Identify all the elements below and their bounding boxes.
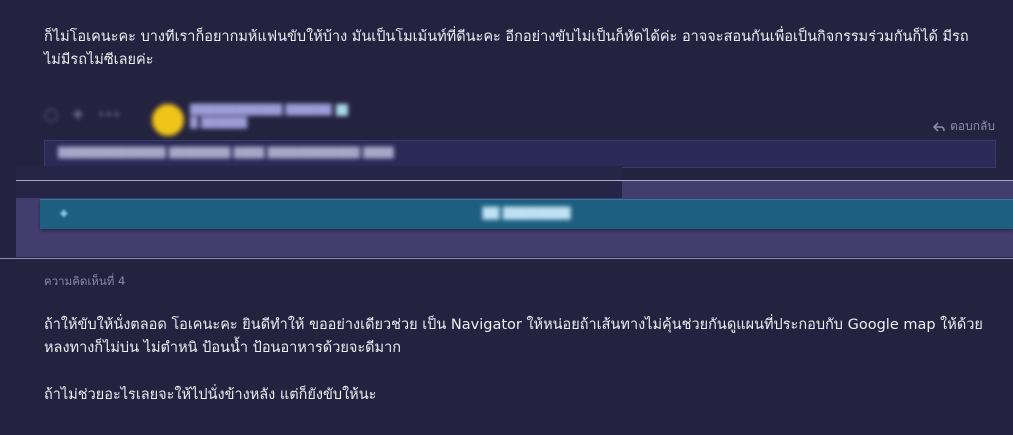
avatar <box>152 104 184 136</box>
reply-button[interactable]: ตอบกลับ <box>933 117 995 136</box>
more-icon[interactable]: ••• <box>97 108 120 123</box>
reply-button-label: ตอบกลับ <box>950 119 995 133</box>
reply-user-info: ████████████ ██████ █ ██████ <box>190 104 348 130</box>
banner-text: ██ ████████ <box>482 207 571 220</box>
comment-body: ถ้าให้ขับให้นั่งตลอด โอเคนะคะ ยินดีทำให้… <box>44 314 999 431</box>
badge-icon <box>335 104 348 116</box>
reply-arrow-icon <box>933 121 945 132</box>
plus-icon[interactable]: ✚ <box>73 108 84 123</box>
comment-paragraph: ถ้าไม่ช่วยอะไรเลยจะให้ไปนั่งข้างหลัง แต่… <box>44 387 377 403</box>
divider <box>16 180 1013 181</box>
comment-paragraph: ถ้าให้ขับให้นั่งตลอด โอเคนะคะ ยินดีทำให้… <box>44 317 983 356</box>
promo-overlap <box>16 166 622 198</box>
reply-date-line: █ ██████ <box>190 118 248 129</box>
reply-action-icons[interactable]: ◯ ✚ ••• <box>44 108 120 123</box>
reply-input-blurred-text: ██████████████ ████████ ████ ███████████… <box>58 148 394 159</box>
previous-comment-text: ก็ไม่โอเคนะคะ บางทีเราก็อยากมห้แฟนขับให้… <box>44 29 969 68</box>
divider <box>0 258 1013 259</box>
emoji-icon[interactable]: ◯ <box>44 108 59 123</box>
comment-number: ความคิดเห็นที่ 4 <box>44 274 126 288</box>
promo-banner[interactable]: ◆ ██ ████████ <box>40 199 1013 229</box>
reply-username-line: ████████████ ██████ <box>190 104 348 117</box>
